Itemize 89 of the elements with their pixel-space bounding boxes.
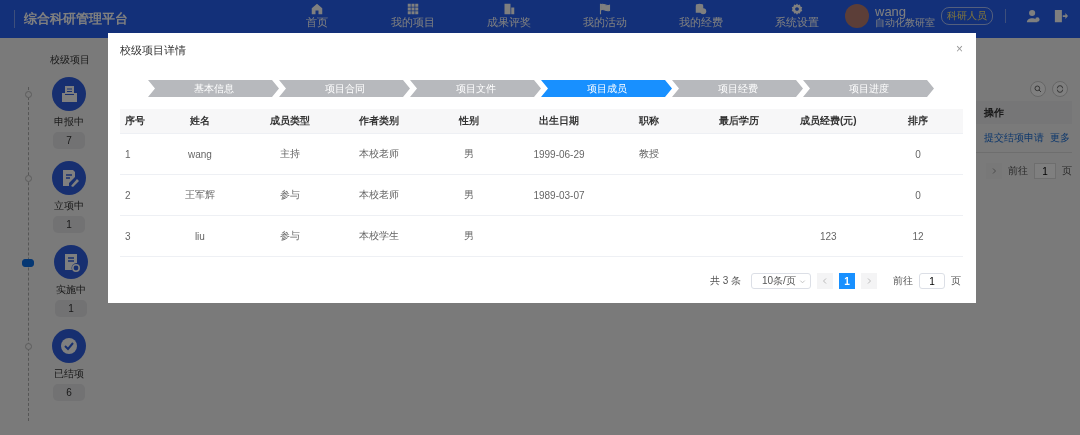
column-header: 性别 xyxy=(459,114,480,128)
nav-link[interactable]: 我的活动 xyxy=(557,3,653,35)
refresh-icon xyxy=(1056,85,1064,93)
nav-link[interactable]: 成果评奖 xyxy=(461,3,557,35)
action-link[interactable]: 提交结项申请 xyxy=(984,131,1044,145)
table-cell: 主持 xyxy=(279,147,300,161)
step-tab[interactable]: 项目文件 xyxy=(410,80,541,97)
flag-icon xyxy=(599,3,611,16)
table-cell: 123 xyxy=(820,230,837,242)
dialog-title: 校级项目详情 xyxy=(120,43,186,58)
column-header: 姓名 xyxy=(189,114,210,128)
stage-label: 实施中 xyxy=(56,283,86,297)
settings-icon xyxy=(791,3,803,16)
table-cell: 本校老师 xyxy=(359,188,400,202)
chevron-right-icon xyxy=(865,277,873,285)
chevron-down-icon xyxy=(799,277,806,285)
table-cell: 男 xyxy=(464,229,475,243)
table-cell: 0 xyxy=(915,189,921,201)
grid-icon xyxy=(407,3,419,16)
checkmark-circle-icon[interactable] xyxy=(52,329,86,363)
user-settings-icon[interactable] xyxy=(1026,9,1040,23)
stage-count: 1 xyxy=(55,300,87,317)
column-header: 出生日期 xyxy=(539,114,579,128)
edit-document-icon[interactable] xyxy=(52,161,86,195)
page-suffix: 页 xyxy=(951,274,961,288)
jump-label: 前往 xyxy=(893,274,913,288)
column-header: 排序 xyxy=(908,114,929,128)
total-count: 共 3 条 xyxy=(709,274,741,288)
step-tab[interactable]: 项目合同 xyxy=(279,80,410,97)
table-cell: 1999-06-29 xyxy=(533,148,585,160)
page-number[interactable]: 1 xyxy=(839,273,855,289)
column-header: 操作 xyxy=(984,105,1005,120)
inbox-document-icon[interactable] xyxy=(52,77,86,111)
step-tab[interactable]: 基本信息 xyxy=(148,80,279,97)
search-button[interactable] xyxy=(1030,81,1046,97)
column-header: 序号 xyxy=(124,114,145,128)
role-tag: 科研人员 xyxy=(941,7,993,25)
table-cell: 12 xyxy=(912,230,924,242)
search-icon xyxy=(1034,85,1042,93)
nav-link[interactable]: 我的项目 xyxy=(365,3,461,35)
column-header: 职称 xyxy=(638,114,659,128)
table-cell-text: 3 xyxy=(124,230,131,242)
page-input[interactable]: 1 xyxy=(1034,163,1056,179)
table-cell-text: 1 xyxy=(124,148,131,160)
page-suffix: 页 xyxy=(1062,164,1072,178)
stage-count: 6 xyxy=(53,384,85,401)
table-cell: 男 xyxy=(464,147,475,161)
chevron-left-icon xyxy=(821,277,829,285)
stage-label: 申报中 xyxy=(54,115,84,129)
nav-link[interactable]: 系统设置 xyxy=(749,3,845,35)
table-cell: 1989-03-07 xyxy=(533,189,585,201)
nav-link[interactable]: 我的经费 xyxy=(653,3,749,35)
step-tab[interactable]: 项目成员 xyxy=(541,80,672,97)
column-header: 作者类别 xyxy=(359,114,400,128)
action-link[interactable]: 更多 xyxy=(1050,131,1070,145)
page-input[interactable]: 1 xyxy=(919,273,945,289)
column-header: 成员经费(元) xyxy=(800,114,857,128)
table-cell: liu xyxy=(194,230,205,242)
step-tab[interactable]: 项目进度 xyxy=(803,80,934,97)
nav-link[interactable]: 首页 xyxy=(269,3,365,35)
building-icon xyxy=(503,3,515,16)
close-button[interactable]: × xyxy=(956,41,963,56)
table-cell: 参与 xyxy=(279,188,300,202)
document-gear-icon[interactable] xyxy=(54,245,88,279)
column-header: 最后学历 xyxy=(718,114,759,128)
page-size-select[interactable]: 10条/页 xyxy=(751,273,811,289)
stage-count: 7 xyxy=(53,132,85,149)
table-cell: wang xyxy=(187,148,212,160)
table-cell: 0 xyxy=(915,148,921,160)
table-cell: 本校老师 xyxy=(359,147,400,161)
jump-label: 前往 xyxy=(1008,164,1028,178)
home-icon xyxy=(311,3,323,16)
table-cell: 参与 xyxy=(279,229,300,243)
table-cell: 本校学生 xyxy=(359,229,400,243)
sidebar-title: 校级项目 xyxy=(50,53,90,67)
table-cell: 王军辉 xyxy=(184,188,215,202)
platform-title: 综合科研管理平台 xyxy=(14,10,259,28)
logout-icon[interactable] xyxy=(1054,9,1068,23)
refresh-button[interactable] xyxy=(1052,81,1068,97)
column-header: 成员类型 xyxy=(269,114,310,128)
step-tab[interactable]: 项目经费 xyxy=(672,80,803,97)
stage-count: 1 xyxy=(53,216,85,233)
table-cell: 男 xyxy=(464,188,475,202)
user-name: wang xyxy=(875,4,907,18)
user-department: 自动化教研室 xyxy=(875,17,935,28)
table-cell: 教授 xyxy=(638,147,659,161)
stage-label: 已结项 xyxy=(54,367,84,381)
table-cell-text: 2 xyxy=(124,189,131,201)
stage-label: 立项中 xyxy=(54,199,84,213)
